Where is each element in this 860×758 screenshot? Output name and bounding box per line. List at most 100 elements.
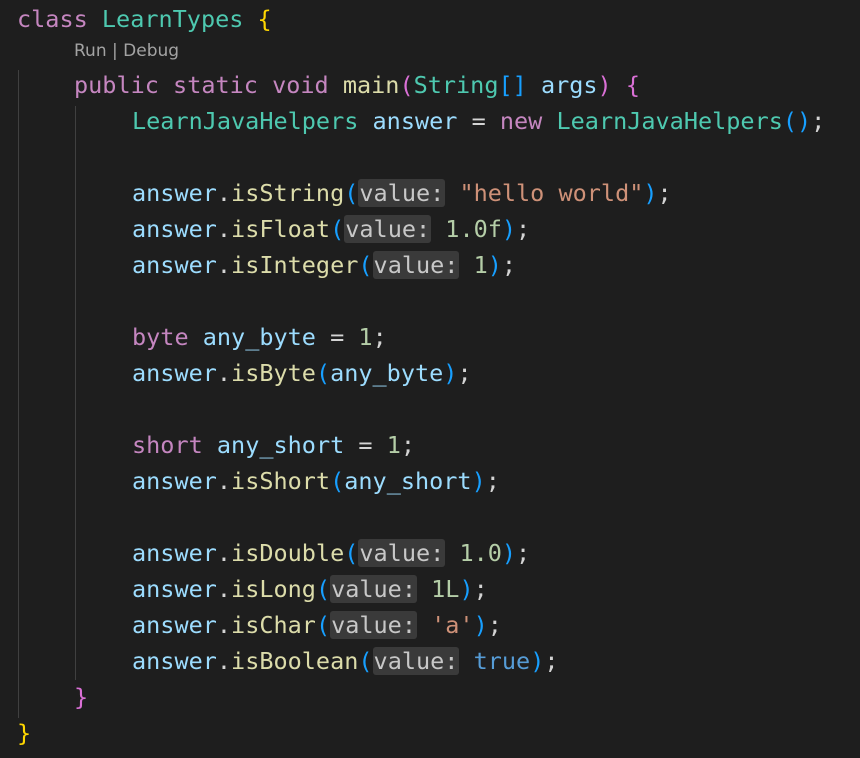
dot: .	[216, 539, 232, 567]
dot: .	[216, 611, 232, 639]
paren: (	[330, 467, 345, 495]
inlay-hint: value:	[330, 575, 417, 603]
paren: (	[358, 251, 373, 279]
operator: =	[471, 107, 486, 135]
paren: (	[344, 179, 359, 207]
semicolon: ;	[811, 107, 826, 135]
code-line-10[interactable]: answer.isShort(any_short);	[132, 463, 500, 499]
code-line-11[interactable]: answer.isDouble(value: 1.0);	[132, 535, 530, 571]
brace: }	[17, 719, 32, 747]
brace: {	[625, 71, 640, 99]
method-name: isByte	[231, 359, 316, 387]
type-name: LearnJavaHelpers	[556, 107, 783, 135]
code-line-13[interactable]: answer.isChar(value: 'a');	[132, 607, 502, 643]
parameter: args	[540, 71, 598, 99]
dot: .	[216, 179, 232, 207]
debug-link[interactable]: Debug	[123, 41, 179, 61]
paren: (	[315, 575, 331, 603]
operator: =	[358, 431, 373, 459]
code-line-3[interactable]: LearnJavaHelpers answer = new LearnJavaH…	[132, 103, 825, 139]
argument: any_short	[344, 467, 472, 495]
number-literal: 1	[473, 251, 488, 279]
paren: (	[344, 539, 359, 567]
method-name: isString	[231, 179, 345, 207]
bracket: []	[498, 71, 527, 99]
run-link[interactable]: Run	[74, 41, 107, 61]
method-name: isBoolean	[231, 647, 359, 675]
variable: answer	[132, 575, 217, 603]
char-literal: 'a'	[431, 611, 474, 639]
semicolon: ;	[457, 359, 472, 387]
semicolon: ;	[501, 251, 517, 279]
dot: .	[216, 215, 232, 243]
dot: .	[216, 647, 232, 675]
class-name: LearnTypes	[101, 5, 244, 33]
variable: answer	[132, 179, 217, 207]
paren: )	[473, 611, 488, 639]
type-name: String	[413, 71, 499, 99]
variable: any_byte	[202, 323, 316, 351]
method-name: isInteger	[231, 251, 359, 279]
indent-guide-inner	[75, 106, 76, 680]
paren: )	[597, 71, 612, 99]
semicolon: ;	[473, 575, 488, 603]
variable: answer	[132, 539, 217, 567]
variable: answer	[132, 215, 217, 243]
semicolon: ;	[485, 467, 500, 495]
semicolon: ;	[516, 539, 531, 567]
paren: )	[501, 539, 517, 567]
keyword: new	[499, 107, 543, 135]
method-name: isDouble	[231, 539, 345, 567]
code-line-14[interactable]: answer.isBoolean(value: true);	[132, 643, 559, 679]
operator: =	[330, 323, 345, 351]
inlay-hint: value:	[372, 647, 460, 675]
paren: )	[643, 179, 658, 207]
string-literal: "hello world"	[459, 179, 644, 207]
code-line-4[interactable]: answer.isString(value: "hello world");	[132, 175, 672, 211]
paren: )	[501, 215, 517, 243]
dot: .	[216, 251, 232, 279]
paren: )	[530, 647, 545, 675]
variable: answer	[372, 107, 458, 135]
semicolon: ;	[487, 611, 502, 639]
boolean-literal: true	[473, 647, 531, 675]
code-line-9[interactable]: short any_short = 1;	[132, 427, 415, 463]
code-line-12[interactable]: answer.isLong(value: 1L);	[132, 571, 488, 607]
paren: )	[471, 467, 486, 495]
dot: .	[216, 467, 232, 495]
keyword: static	[173, 71, 258, 99]
inlay-hint: value:	[330, 611, 417, 639]
code-line-7[interactable]: byte any_byte = 1;	[132, 319, 387, 355]
code-line-1[interactable]: class LearnTypes {	[17, 1, 272, 37]
paren: )	[443, 359, 458, 387]
code-line-2[interactable]: public static void main(String[] args) {	[74, 67, 640, 103]
code-line-6[interactable]: answer.isInteger(value: 1);	[132, 247, 516, 283]
code-editor[interactable]: class LearnTypes { Run | Debug public st…	[0, 0, 860, 758]
argument: any_byte	[330, 359, 444, 387]
variable: answer	[132, 251, 217, 279]
method-name: isFloat	[231, 215, 331, 243]
indent-guide-outer	[18, 70, 19, 718]
number-literal: 1.0	[459, 539, 502, 567]
code-line-8[interactable]: answer.isByte(any_byte);	[132, 355, 472, 391]
variable: answer	[132, 359, 217, 387]
brace: {	[257, 5, 272, 33]
semicolon: ;	[544, 647, 559, 675]
code-line-16[interactable]: }	[17, 715, 31, 751]
paren: (	[330, 215, 345, 243]
variable: answer	[132, 647, 217, 675]
paren: ()	[782, 107, 812, 135]
code-line-5[interactable]: answer.isFloat(value: 1.0f);	[132, 211, 530, 247]
inlay-hint: value:	[372, 251, 460, 279]
paren: (	[315, 611, 331, 639]
inlay-hint: value:	[344, 215, 432, 243]
paren: )	[459, 575, 474, 603]
number-literal: 1	[386, 431, 401, 459]
code-lens-separator: |	[106, 41, 124, 61]
semicolon: ;	[516, 215, 531, 243]
keyword: short	[132, 431, 203, 459]
variable: any_short	[216, 431, 345, 459]
code-line-15[interactable]: }	[74, 679, 88, 715]
paren: (	[358, 647, 373, 675]
method-name: isShort	[231, 467, 331, 495]
